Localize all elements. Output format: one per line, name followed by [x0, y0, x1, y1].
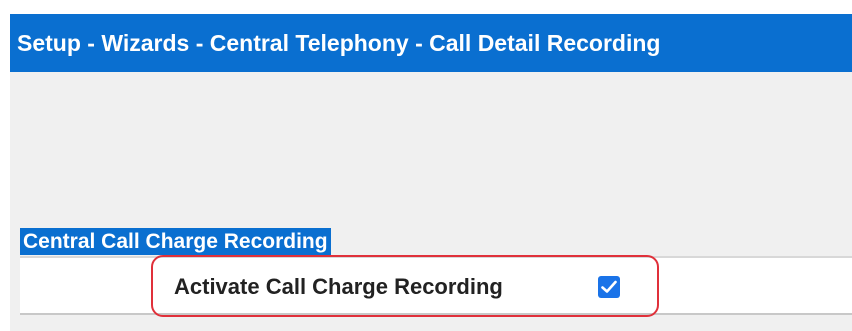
section-header-central-call-charge-recording: Central Call Charge Recording — [20, 228, 331, 255]
page-title: Setup - Wizards - Central Telephony - Ca… — [10, 14, 852, 72]
page: Setup - Wizards - Central Telephony - Ca… — [0, 0, 852, 331]
checkmark-icon — [601, 280, 617, 293]
activate-call-charge-recording-label[interactable]: Activate Call Charge Recording — [174, 272, 503, 302]
activate-call-charge-recording-checkbox[interactable] — [598, 276, 620, 298]
